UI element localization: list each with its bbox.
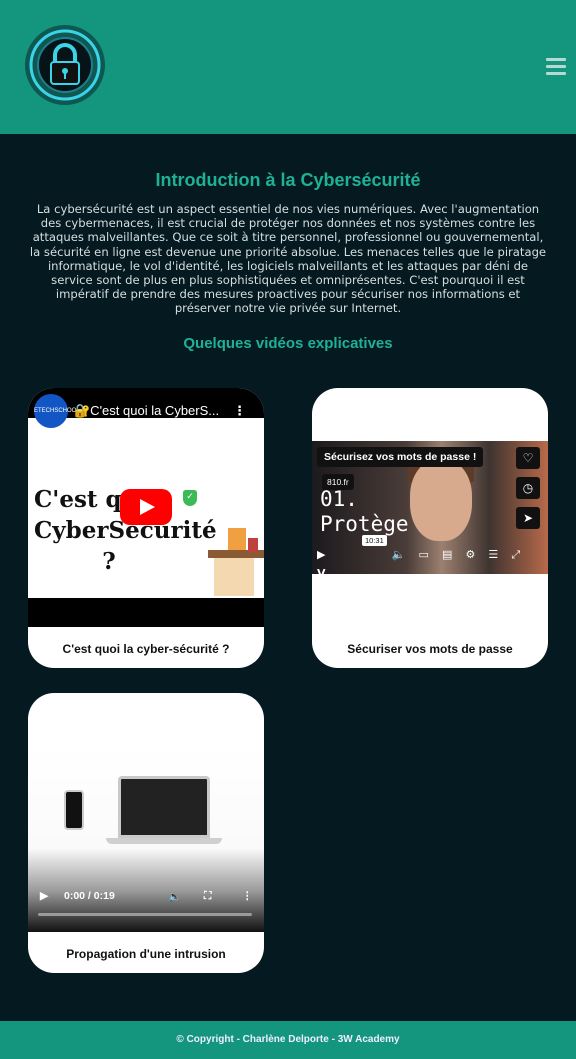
video-caption: C'est quoi la cyber-sécurité ? [62,642,230,656]
youtube-video-player[interactable]: C'est quoi CyberSécurité ? ✓ ETECHSCHOOL… [28,388,264,627]
video-card: ▶ 0:00 / 0:19 🔈 ⛶ ⋮ Propagation d'une in… [28,693,264,973]
fullscreen-icon[interactable]: ⤢ [511,548,520,562]
video-card: C'est quoi CyberSécurité ? ✓ ETECHSCHOOL… [28,388,264,668]
thumbnail-text: 01. Protège [320,487,409,536]
laptop-icon [118,776,210,838]
captions-icon[interactable]: ▭ [418,548,428,561]
hamburger-menu-icon[interactable] [546,58,566,78]
html5-video-player[interactable]: ▶ 0:00 / 0:19 🔈 ⛶ ⋮ [28,746,264,932]
more-options-icon[interactable]: ⋮ [233,404,246,419]
video-byline[interactable]: 810.fr [322,474,354,490]
youtube-play-button[interactable] [120,489,172,525]
smartphone-icon [64,790,84,830]
desk-illustration-icon [208,528,264,596]
progress-bar[interactable] [38,913,252,916]
video-time: 0:00 / 0:19 [64,890,115,902]
player-controls: ▶ 0:00 / 0:19 🔈 ⛶ ⋮ [38,890,258,906]
fullscreen-icon[interactable]: ⛶ [204,890,211,903]
vimeo-video-player[interactable]: 01. Protège Sécurisez vos mots de passe … [312,441,548,574]
video-title-banner[interactable]: Sécurisez vos mots de passe ! [317,447,484,467]
play-icon[interactable]: ▶ [40,890,48,902]
more-options-icon[interactable]: ⋮ [242,890,253,902]
padlock-logo-icon[interactable] [20,22,110,108]
channel-avatar[interactable]: ETECHSCHOOL [34,394,80,428]
page-title: Introduction à la Cybersécurité [155,170,421,190]
chapters-icon[interactable]: ☰ [488,548,498,561]
player-controls: ▶ 🔈 ▭ ▤ ⚙ ☰ ⤢ V [317,543,543,574]
settings-gear-icon[interactable]: ⚙ [465,548,475,561]
vimeo-logo-icon[interactable]: V [317,567,326,574]
volume-icon[interactable]: 🔈 [392,548,406,561]
volume-icon[interactable]: 🔈 [168,890,181,903]
site-header [0,0,576,134]
heart-icon[interactable]: ♡ [516,447,540,469]
site-footer: © Copyright - Charlène Delporte - 3W Aca… [0,1021,576,1059]
share-send-icon[interactable]: ➤ [516,507,540,529]
presenter-face [410,459,472,541]
clock-icon[interactable]: ◷ [516,477,540,499]
intro-paragraph: La cybersécurité est un aspect essentiel… [29,202,547,316]
video-caption: Sécuriser vos mots de passe [347,642,513,656]
videos-heading: Quelques vidéos explicatives [183,335,393,352]
video-caption: Propagation d'une intrusion [66,947,226,961]
transcript-icon[interactable]: ▤ [442,548,452,561]
play-icon[interactable]: ▶ [317,548,325,561]
video-player-title[interactable]: 🔐C'est quoi la CyberS... [74,403,219,419]
shield-check-icon: ✓ [183,490,197,506]
video-card: 01. Protège Sécurisez vos mots de passe … [312,388,548,668]
